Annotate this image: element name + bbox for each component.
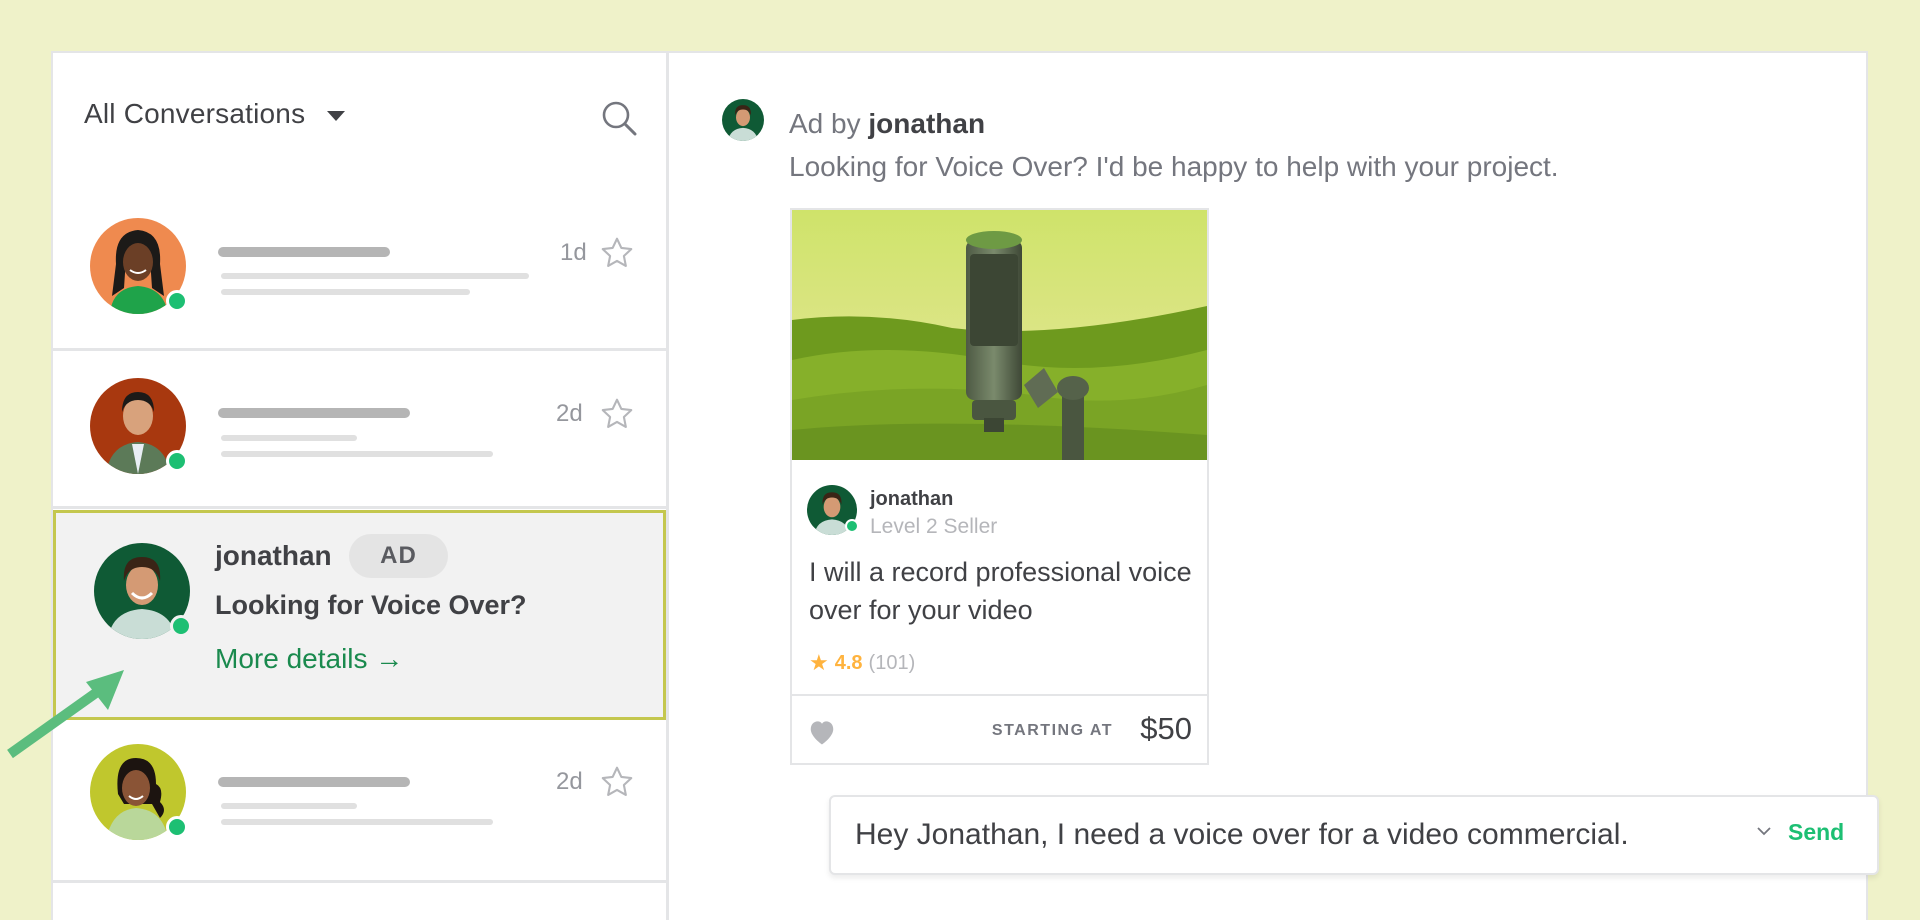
conversation-row[interactable]: 2d — [53, 720, 666, 883]
send-button[interactable]: Send — [1788, 819, 1844, 846]
gig-title[interactable]: I will a record professional voice over … — [809, 553, 1199, 629]
conversation-row[interactable]: 2d — [53, 351, 666, 509]
sidebar-header: All Conversations — [53, 53, 666, 173]
conversation-time: 2d — [556, 768, 583, 795]
ad-by-label: Ad by — [789, 108, 861, 139]
avatar — [90, 744, 188, 840]
online-status-dot — [166, 450, 188, 472]
sender-name: jonathan — [215, 540, 332, 571]
conversation-row[interactable]: 1d — [53, 173, 666, 351]
avatar — [90, 218, 188, 314]
online-status-dot — [170, 615, 192, 637]
star-outline-icon — [601, 237, 633, 267]
star-filled-icon: ★ — [809, 650, 829, 675]
seller-name: jonathan — [870, 488, 954, 510]
inbox-panel: All Conversations 1d 2d jonathan AD Look… — [51, 51, 1879, 920]
gig-card-footer: STARTING AT $50 — [792, 694, 1207, 765]
placeholder-line — [221, 451, 493, 457]
favorite-button[interactable] — [807, 718, 837, 746]
conversation-filter-dropdown[interactable]: All Conversations — [84, 98, 346, 130]
star-outline-icon — [601, 766, 633, 796]
chevron-down-icon — [1757, 827, 1771, 836]
conversation-subject: Looking for Voice Over? — [215, 590, 527, 620]
gig-card[interactable]: jonathan Level 2 Seller I will a record … — [790, 208, 1209, 765]
sender-name: jonathan — [868, 108, 986, 139]
star-button[interactable] — [599, 396, 635, 432]
online-status-dot — [845, 519, 859, 533]
placeholder-line — [221, 435, 357, 441]
message-input[interactable] — [855, 797, 1755, 873]
filter-label: All Conversations — [84, 98, 306, 129]
message-header: Ad by jonathan — [789, 108, 985, 140]
conversation-time: 1d — [560, 239, 587, 266]
microphone-image — [792, 210, 1207, 460]
placeholder-line — [221, 819, 493, 825]
person-portrait-icon — [728, 105, 758, 141]
conversation-row-selected-ad[interactable]: jonathan AD Looking for Voice Over? More… — [53, 510, 666, 720]
seller-level: Level 2 Seller — [870, 515, 998, 538]
online-status-dot — [166, 290, 188, 312]
star-button[interactable] — [599, 235, 635, 271]
caret-down-icon — [327, 111, 346, 121]
message-text: Looking for Voice Over? I'd be happy to … — [789, 151, 1559, 182]
placeholder-title — [218, 777, 410, 787]
more-details-link[interactable]: More details → — [215, 643, 403, 675]
message-composer: Send — [829, 795, 1879, 875]
starting-at-label: STARTING AT — [991, 722, 1113, 739]
ad-badge: AD — [349, 534, 448, 578]
rating-value: 4.8 — [834, 651, 863, 674]
gig-image — [792, 210, 1207, 460]
placeholder-line — [221, 273, 529, 279]
placeholder-title — [218, 247, 390, 257]
search-button[interactable] — [601, 100, 639, 138]
placeholder-line — [221, 289, 470, 295]
sender-avatar — [722, 99, 764, 141]
gig-rating: ★ 4.8 (101) — [809, 650, 915, 676]
placeholder-title — [218, 408, 410, 418]
online-status-dot — [166, 816, 188, 838]
conversation-time: 2d — [556, 400, 583, 427]
conversation-sidebar: All Conversations 1d 2d jonathan AD Look… — [53, 53, 669, 920]
review-count: (101) — [868, 651, 916, 674]
avatar — [90, 378, 188, 474]
conversation-main: Ad by jonathan Looking for Voice Over? I… — [672, 53, 1879, 920]
avatar — [94, 543, 192, 639]
composer-options-button[interactable] — [1754, 821, 1774, 841]
search-icon — [602, 101, 637, 136]
star-outline-icon — [601, 398, 633, 428]
seller-avatar — [807, 485, 859, 535]
star-button[interactable] — [599, 764, 635, 800]
gig-price: $50 — [1140, 711, 1192, 746]
heart-icon — [810, 721, 834, 745]
placeholder-line — [221, 803, 357, 809]
